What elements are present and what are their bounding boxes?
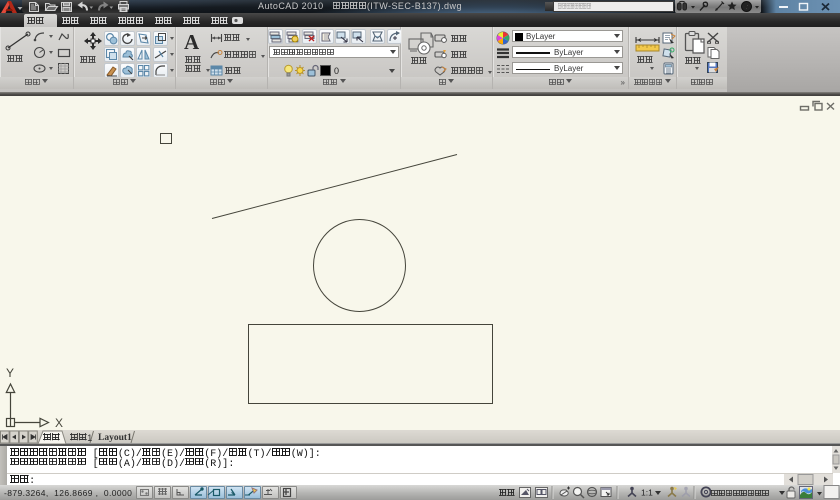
svg-text:X: X (55, 416, 63, 430)
svg-text:Y: Y (6, 366, 14, 380)
svg-text:1:1: 1:1 (641, 488, 653, 498)
svg-text:?: ? (744, 2, 748, 12)
